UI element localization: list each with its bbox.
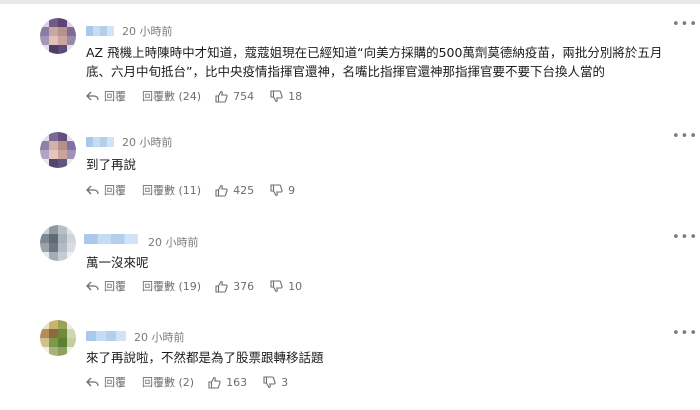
reply-label: 回覆 xyxy=(104,280,126,293)
reply-button[interactable]: 回覆 xyxy=(86,88,142,104)
thumbs-down-icon xyxy=(270,89,283,102)
reply-button[interactable]: 回覆 xyxy=(86,374,142,390)
thumbs-up-icon xyxy=(215,90,228,103)
avatar[interactable] xyxy=(40,225,76,261)
reply-label: 回覆 xyxy=(104,90,126,103)
thumbs-up-icon xyxy=(215,280,228,293)
reply-arrow-icon xyxy=(86,377,99,387)
dislike-button[interactable]: 18 xyxy=(270,90,302,103)
comment-timestamp: 20 小時前 xyxy=(122,25,173,38)
comment-timestamp: 20 小時前 xyxy=(122,136,173,149)
more-options-icon[interactable]: ••• xyxy=(672,18,698,31)
thumbs-up-icon xyxy=(215,184,228,197)
dislike-count: 10 xyxy=(288,279,303,293)
comment-timestamp: 20 小時前 xyxy=(148,236,199,249)
comment-actions: 回覆 回覆數 (2) 163 3 xyxy=(86,374,288,390)
like-count: 754 xyxy=(233,89,255,103)
view-replies-button[interactable]: 回覆數 (19) xyxy=(142,278,201,294)
dislike-button[interactable]: 10 xyxy=(270,280,302,293)
thumbs-up-icon xyxy=(208,376,221,389)
thumbs-down-icon xyxy=(270,183,283,196)
like-button[interactable]: 376 xyxy=(215,280,254,293)
thumbs-down-icon xyxy=(263,375,276,388)
replies-count: 回覆數 (24) xyxy=(142,90,202,103)
more-options-icon[interactable]: ••• xyxy=(672,327,698,340)
username-blurred[interactable] xyxy=(84,234,138,244)
view-replies-button[interactable]: 回覆數 (11) xyxy=(142,182,201,198)
reply-arrow-icon xyxy=(86,281,99,291)
avatar[interactable] xyxy=(40,320,76,356)
username-blurred[interactable] xyxy=(86,137,114,147)
like-button[interactable]: 754 xyxy=(215,90,254,103)
avatar[interactable] xyxy=(40,18,76,54)
username-blurred[interactable] xyxy=(86,331,126,341)
dislike-button[interactable]: 3 xyxy=(263,376,288,389)
comment-text: 來了再說啦，不然都是為了股票跟轉移話題 xyxy=(86,350,324,365)
comment-actions: 回覆 回覆數 (24) 754 18 xyxy=(86,88,302,104)
like-count: 163 xyxy=(226,375,248,389)
reply-label: 回覆 xyxy=(104,376,126,389)
reply-button[interactable]: 回覆 xyxy=(86,278,142,294)
like-count: 376 xyxy=(233,279,255,293)
dislike-count: 3 xyxy=(281,375,289,389)
comment-text: 萬一沒來呢 xyxy=(86,255,149,270)
avatar[interactable] xyxy=(40,132,76,168)
like-count: 425 xyxy=(233,183,255,197)
comment-timestamp: 20 小時前 xyxy=(134,331,185,344)
replies-count: 回覆數 (11) xyxy=(142,184,202,197)
top-divider xyxy=(0,0,700,4)
reply-arrow-icon xyxy=(86,91,99,101)
username-blurred[interactable] xyxy=(86,26,114,36)
dislike-button[interactable]: 9 xyxy=(270,184,295,197)
comment-actions: 回覆 回覆數 (19) 376 10 xyxy=(86,278,302,294)
view-replies-button[interactable]: 回覆數 (2) xyxy=(142,374,194,390)
thumbs-down-icon xyxy=(270,279,283,292)
comment-text: 到了再說 xyxy=(86,157,137,172)
comment-text: AZ 飛機上時陳時中才知道，蔻蔻姐現在已經知道“向美方採購的500萬劑莫德納疫苗… xyxy=(86,45,663,79)
reply-arrow-icon xyxy=(86,185,99,195)
comment-actions: 回覆 回覆數 (11) 425 9 xyxy=(86,182,295,198)
replies-count: 回覆數 (2) xyxy=(142,376,195,389)
reply-label: 回覆 xyxy=(104,184,126,197)
like-button[interactable]: 425 xyxy=(215,184,254,197)
view-replies-button[interactable]: 回覆數 (24) xyxy=(142,88,201,104)
dislike-count: 18 xyxy=(288,89,303,103)
dislike-count: 9 xyxy=(288,183,296,197)
more-options-icon[interactable]: ••• xyxy=(672,130,698,143)
reply-button[interactable]: 回覆 xyxy=(86,182,142,198)
replies-count: 回覆數 (19) xyxy=(142,280,202,293)
more-options-icon[interactable]: ••• xyxy=(672,231,698,244)
like-button[interactable]: 163 xyxy=(208,376,247,389)
